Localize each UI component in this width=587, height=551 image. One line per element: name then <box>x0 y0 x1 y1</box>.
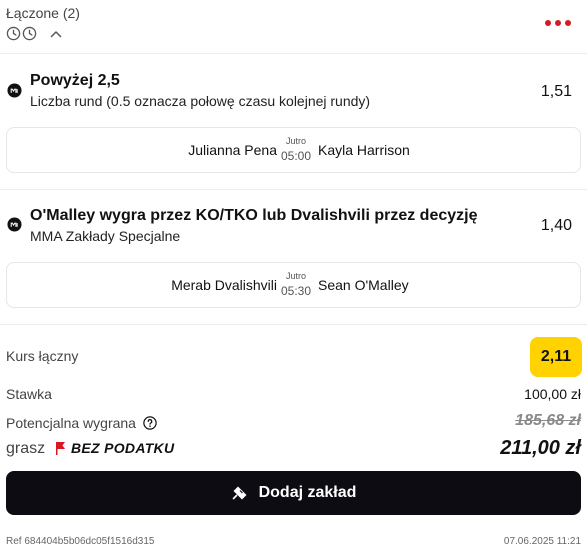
clock-icon <box>22 26 37 41</box>
stake-label: Stawka <box>6 386 52 402</box>
selection-odds: 1,51 <box>540 83 572 100</box>
betslip-header: Łączone (2) <box>0 0 587 54</box>
divider <box>0 324 587 325</box>
potential-win-old: 185,68 zł <box>515 412 581 429</box>
away-competitor: Kayla Harrison <box>318 142 410 158</box>
stake-value[interactable]: 100,00 zł <box>524 386 581 402</box>
bet-reference: Ref 684404b5b06dc05f1516d315 <box>6 536 155 547</box>
away-competitor: Sean O'Malley <box>318 277 409 293</box>
selection-title: Powyżej 2,5 <box>30 72 120 89</box>
potential-win-label: Potencjalna wygrana <box>6 415 136 431</box>
match-hour: 05:30 <box>280 284 312 298</box>
add-bet-button[interactable]: Dodaj zakład <box>6 471 581 515</box>
more-icon[interactable] <box>545 20 571 26</box>
match-day: Jutro <box>285 136 306 146</box>
grasz-label: grasz <box>6 440 46 457</box>
help-icon[interactable] <box>143 416 157 430</box>
home-competitor: Julianna Pena <box>188 142 277 158</box>
match-card[interactable]: Julianna Pena Jutro 05:00 Kayla Harrison <box>6 127 581 173</box>
mma-sport-icon <box>7 83 22 98</box>
selection-item: O'Malley wygra przez KO/TKO lub Dvalishv… <box>0 190 587 324</box>
total-odds-label: Kurs łączny <box>6 348 79 364</box>
selection-market: MMA Zakłady Specjalne <box>30 228 181 244</box>
match-card[interactable]: Merab Dvalishvili Jutro 05:30 Sean O'Mal… <box>6 262 581 308</box>
tax-free-logo: BEZ PODATKU <box>54 440 174 456</box>
ticket-icon <box>232 486 247 500</box>
betslip-title: Łączone (2) <box>6 5 80 21</box>
flag-icon <box>56 442 65 455</box>
bet-datetime: 07.06.2025 11:21 <box>503 536 581 547</box>
home-competitor: Merab Dvalishvili <box>171 277 277 293</box>
mma-sport-icon <box>7 217 22 232</box>
selection-odds: 1,40 <box>540 217 572 234</box>
total-odds-badge: 2,11 <box>530 337 582 377</box>
tax-free-text: BEZ PODATKU <box>71 440 175 456</box>
selection-title: O'Malley wygra przez KO/TKO lub Dvalishv… <box>30 207 478 224</box>
add-bet-label: Dodaj zakład <box>258 484 357 501</box>
potential-win-final: 211,00 zł <box>500 437 581 459</box>
clock-icon <box>6 26 21 41</box>
match-day: Jutro <box>285 271 306 281</box>
chevron-up-icon[interactable] <box>50 29 62 39</box>
match-hour: 05:00 <box>280 149 312 163</box>
selection-market: Liczba rund (0.5 oznacza połowę czasu ko… <box>30 93 371 109</box>
header-icon-row <box>6 26 62 41</box>
selection-item: Powyżej 2,5 Liczba rund (0.5 oznacza poł… <box>0 55 587 189</box>
